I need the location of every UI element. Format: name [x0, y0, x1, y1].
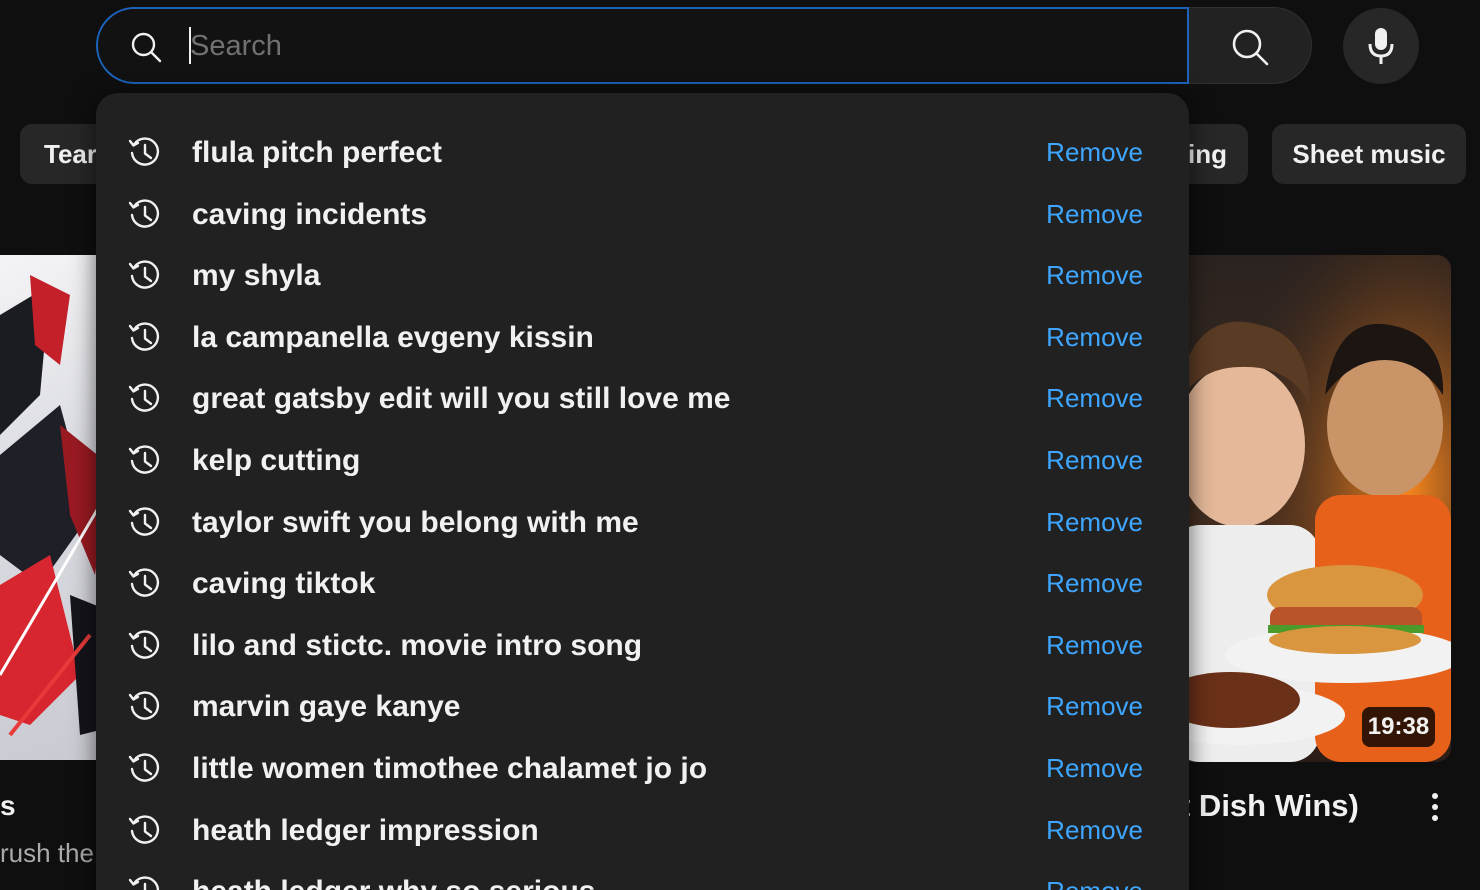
remove-suggestion-link[interactable]: Remove	[1046, 184, 1143, 246]
suggestion-text[interactable]: lilo and stictc. movie intro song	[192, 615, 642, 677]
search-icon	[1232, 29, 1269, 66]
suggestion-item[interactable]: caving incidents Remove	[96, 184, 1189, 246]
chip-label: Sheet music	[1292, 139, 1446, 169]
remove-suggestion-link[interactable]: Remove	[1046, 122, 1143, 184]
remove-suggestion-link[interactable]: Remove	[1046, 553, 1143, 615]
remove-suggestion-link[interactable]: Remove	[1046, 492, 1143, 554]
remove-suggestion-link[interactable]: Remove	[1046, 245, 1143, 307]
history-icon	[127, 505, 163, 541]
suggestion-text[interactable]: taylor swift you belong with me	[192, 492, 639, 554]
history-icon	[127, 443, 163, 479]
history-icon	[127, 874, 163, 890]
search-box[interactable]	[96, 7, 1189, 84]
suggestion-text[interactable]: caving tiktok	[192, 553, 375, 615]
remove-suggestion-link[interactable]: Remove	[1046, 368, 1143, 430]
youtube-page: Tear ing Sheet music s rush the 19:38 t …	[0, 0, 1480, 890]
history-icon	[127, 566, 163, 602]
video-thumbnail-right[interactable]	[1150, 255, 1451, 762]
suggestion-text[interactable]: la campanella evgeny kissin	[192, 307, 594, 369]
chip-label: Tear	[44, 139, 97, 169]
remove-suggestion-link[interactable]: Remove	[1046, 861, 1143, 890]
suggestion-text[interactable]: little women timothee chalamet jo jo	[192, 738, 707, 800]
suggestion-item[interactable]: flula pitch perfect Remove	[96, 122, 1189, 184]
history-icon	[127, 135, 163, 171]
history-icon	[127, 320, 163, 356]
suggestion-text[interactable]: heath ledger impression	[192, 800, 539, 862]
suggestion-item[interactable]: taylor swift you belong with me Remove	[96, 492, 1189, 554]
suggestion-item[interactable]: my shyla Remove	[96, 245, 1189, 307]
history-icon	[127, 689, 163, 725]
suggestion-item[interactable]: caving tiktok Remove	[96, 553, 1189, 615]
search-icon	[131, 32, 162, 63]
suggestion-text[interactable]: caving incidents	[192, 184, 427, 246]
more-vert-icon[interactable]	[1424, 790, 1446, 828]
video-title-left[interactable]: s	[0, 790, 16, 822]
search-input[interactable]	[190, 21, 1150, 71]
search-suggestions-dropdown: flula pitch perfect Remove caving incident…	[96, 93, 1189, 890]
suggestion-text[interactable]: my shyla	[192, 245, 320, 307]
video-subtitle-left: rush the	[0, 838, 94, 868]
suggestion-text[interactable]: great gatsby edit will you still love me	[192, 368, 730, 430]
suggestion-item[interactable]: great gatsby edit will you still love me…	[96, 368, 1189, 430]
remove-suggestion-link[interactable]: Remove	[1046, 307, 1143, 369]
suggestion-item[interactable]: heath ledger impression Remove	[96, 800, 1189, 862]
suggestion-item[interactable]: lilo and stictc. movie intro song Remove	[96, 615, 1189, 677]
suggestion-item[interactable]: marvin gaye kanye Remove	[96, 676, 1189, 738]
suggestion-item[interactable]: heath ledger why so serious Remove	[96, 861, 1189, 890]
remove-suggestion-link[interactable]: Remove	[1046, 676, 1143, 738]
suggestion-item[interactable]: kelp cutting Remove	[96, 430, 1189, 492]
remove-suggestion-link[interactable]: Remove	[1046, 430, 1143, 492]
suggestion-item[interactable]: little women timothee chalamet jo jo Remo…	[96, 738, 1189, 800]
remove-suggestion-link[interactable]: Remove	[1046, 800, 1143, 862]
search-button[interactable]	[1189, 7, 1312, 84]
suggestion-text[interactable]: heath ledger why so serious	[192, 861, 595, 890]
chip-sheet-music[interactable]: Sheet music	[1272, 124, 1466, 184]
remove-suggestion-link[interactable]: Remove	[1046, 615, 1143, 677]
microphone-icon	[1368, 28, 1394, 64]
text-caret	[189, 27, 191, 64]
suggestion-text[interactable]: kelp cutting	[192, 430, 360, 492]
remove-suggestion-link[interactable]: Remove	[1046, 738, 1143, 800]
suggestion-text[interactable]: marvin gaye kanye	[192, 676, 461, 738]
history-icon	[127, 258, 163, 294]
chip-label: ing	[1188, 139, 1227, 169]
history-icon	[127, 628, 163, 664]
video-title-right[interactable]: t Dish Wins)	[1180, 788, 1359, 824]
history-icon	[127, 751, 163, 787]
history-icon	[127, 381, 163, 417]
history-icon	[127, 813, 163, 849]
video-duration-badge: 19:38	[1362, 707, 1435, 747]
history-icon	[127, 197, 163, 233]
suggestion-text[interactable]: flula pitch perfect	[192, 122, 442, 184]
suggestion-list: flula pitch perfect Remove caving incident…	[96, 122, 1189, 890]
thumbnail-art	[1150, 255, 1451, 762]
voice-search-button[interactable]	[1343, 8, 1419, 84]
suggestion-item[interactable]: la campanella evgeny kissin Remove	[96, 307, 1189, 369]
